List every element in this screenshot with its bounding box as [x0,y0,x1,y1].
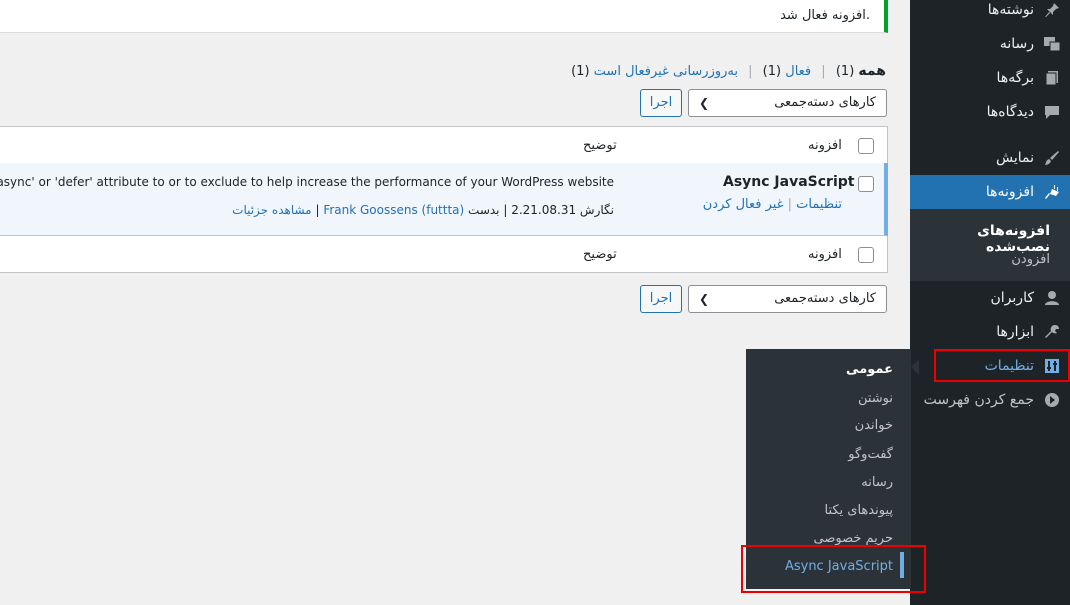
sidebar-item-posts[interactable]: نوشته‌ها [910,0,1070,27]
bulk-actions-select-bottom[interactable]: کارهای دسته‌جمعی ❯ [688,285,887,313]
comment-icon [1042,102,1062,122]
plugins-submenu: افزونه‌های نصب‌شده افزودن [910,209,1070,281]
filter-separator: | [748,64,753,79]
plugin-deactivate-link[interactable]: غیر فعال کردن [703,197,784,212]
plugin-name: Async JavaScript [723,174,855,190]
sidebar-label: نوشته‌ها [987,2,1034,18]
flyout-item-discussion[interactable]: گفت‌وگو [848,447,893,462]
version-number: 2.21.08.31 [511,203,577,217]
column-plugin-footer[interactable]: افزونه [808,247,842,262]
select-all-checkbox[interactable] [858,138,874,154]
flyout-item-media[interactable]: رسانه [861,475,893,490]
flyout-arrow [911,359,919,375]
brush-icon [1042,148,1062,168]
sidebar-collapse-menu[interactable]: جمع کردن فهرست [910,383,1070,417]
sidebar-label: نمایش [995,150,1034,166]
admin-sidebar: نوشته‌ها رسانه برگه‌ها دیدگاه‌ها نمایش ا… [910,0,1070,605]
highlight-async-javascript [741,545,926,593]
sidebar-label: رسانه [999,36,1034,52]
sidebar-item-users[interactable]: کاربران [910,281,1070,315]
bulk-select-label: کارهای دسته‌جمعی [774,291,876,306]
flyout-item-writing[interactable]: نوشتن [858,391,893,406]
submenu-add-plugin[interactable]: افزودن [910,252,1070,267]
bulk-select-label: کارهای دسته‌جمعی [774,95,876,110]
filter-active-link[interactable]: فعال [785,64,811,79]
plugin-description: dd a 'async' or 'defer' attribute to or … [0,175,614,189]
sidebar-item-media[interactable]: رسانه [910,27,1070,61]
column-description-header: توضیح [583,138,617,153]
wrench-icon [1042,322,1062,342]
collapse-icon [1042,390,1062,410]
plugin-filters: همه (1) | فعال (1) | به‌روزرسانی غیرفعال… [571,63,886,79]
flyout-item-general[interactable]: عمومی [846,362,893,377]
author-link[interactable]: Frank Goossens (futtta) [323,203,464,217]
sidebar-item-pages[interactable]: برگه‌ها [910,61,1070,95]
filter-autoupdate-count: (1) [571,64,590,79]
plugin-row-actions: تنظیمات | غیر فعال کردن [703,197,842,212]
bulk-actions-select-top[interactable]: کارهای دسته‌جمعی ❯ [688,89,887,117]
column-description-footer: توضیح [583,247,617,262]
media-icon [1042,34,1062,54]
flyout-item-reading[interactable]: خواندن [855,418,893,433]
filter-autoupdate-link[interactable]: به‌روزرسانی غیرفعال است [594,64,738,79]
active-menu-arrow [902,183,910,199]
plugin-meta: نگارش 2.21.08.31 | بدست Frank Goossens (… [232,203,614,217]
sidebar-label: کاربران [990,290,1034,306]
filter-all-label[interactable]: همه [858,63,886,79]
success-notice: افزونه فعال شد. [0,0,888,33]
sidebar-label: دیدگاه‌ها [986,104,1034,120]
view-details-link[interactable]: مشاهده جزئیات [232,203,311,217]
by-label: بدست [468,203,500,217]
sidebar-item-appearance[interactable]: نمایش [910,141,1070,175]
sidebar-label: افزونه‌ها [985,184,1034,200]
apply-button-top[interactable]: اجرا [640,89,682,117]
filter-all-count: (1) [835,64,855,79]
sidebar-item-plugins[interactable]: افزونه‌ها [910,175,1070,209]
sidebar-label: جمع کردن فهرست [923,392,1034,408]
action-separator: | [783,197,793,212]
flyout-item-privacy[interactable]: حریم خصوصی [813,531,893,546]
submenu-installed-plugins[interactable]: افزونه‌های نصب‌شده [910,223,1070,255]
filter-active-count: (1) [762,64,782,79]
sidebar-label: برگه‌ها [996,70,1034,86]
table-row: Async JavaScript تنظیمات | غیر فعال کردن… [0,163,888,236]
notice-text: افزونه فعال شد. [780,8,870,23]
filter-separator: | [821,64,826,79]
plugin-icon [1042,182,1062,202]
apply-button-bottom[interactable]: اجرا [640,285,682,313]
pin-icon [1042,0,1062,20]
plugin-settings-link[interactable]: تنظیمات [796,197,842,212]
pages-icon [1042,68,1062,88]
highlight-settings [934,349,1070,382]
table-footer-row: افزونه توضیح [0,236,888,273]
sidebar-item-tools[interactable]: ابزارها [910,315,1070,349]
chevron-down-icon: ❯ [699,96,710,110]
user-icon [1042,288,1062,308]
flyout-item-permalinks[interactable]: پیوندهای یکتا [824,503,893,518]
plugin-row-checkbox[interactable] [858,176,874,192]
chevron-down-icon: ❯ [699,292,710,306]
select-all-checkbox-footer[interactable] [858,247,874,263]
version-label: نگارش [579,203,614,217]
sidebar-item-comments[interactable]: دیدگاه‌ها [910,95,1070,129]
sidebar-label: ابزارها [996,324,1034,340]
column-plugin-header[interactable]: افزونه [808,138,842,153]
